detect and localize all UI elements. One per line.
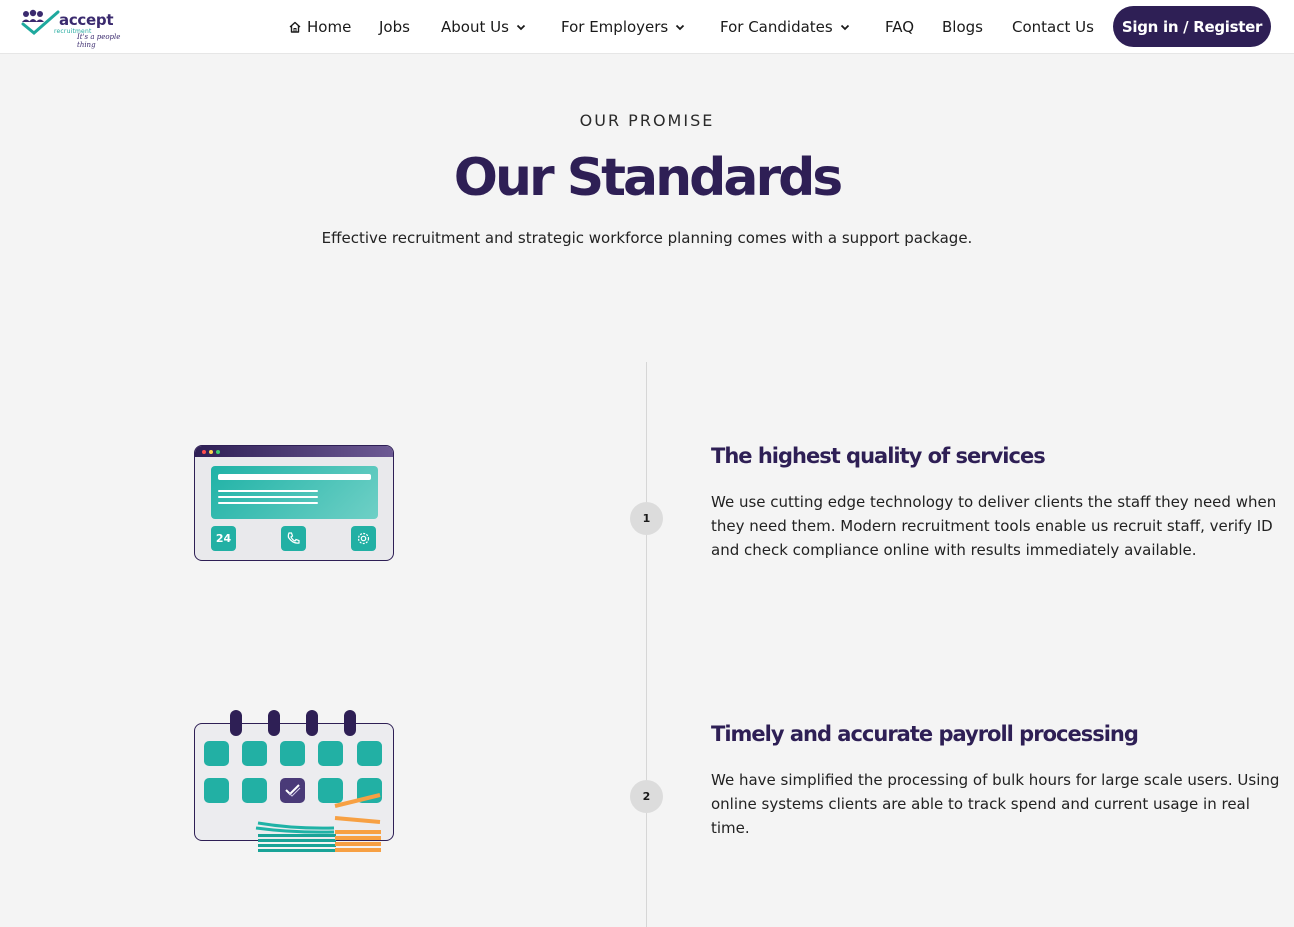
nav-about-us[interactable]: About Us bbox=[441, 17, 526, 37]
timeline-line bbox=[646, 362, 647, 927]
nav-contact-label: Contact Us bbox=[1012, 18, 1094, 36]
chevron-down-icon bbox=[516, 24, 526, 31]
phone-icon bbox=[281, 526, 306, 551]
company-logo[interactable]: accept recruitment It's a people thing bbox=[20, 8, 124, 49]
nav-home[interactable]: Home bbox=[288, 17, 351, 37]
nav-home-label: Home bbox=[307, 18, 352, 36]
logo-tagline: It's a people thing bbox=[77, 33, 121, 49]
home-icon bbox=[289, 21, 301, 33]
card-line bbox=[218, 474, 371, 480]
section-eyebrow: OUR PROMISE bbox=[579, 111, 715, 130]
logo-wordmark: accept bbox=[59, 11, 114, 29]
chevron-down-icon bbox=[676, 24, 685, 31]
nav-about-label: About Us bbox=[441, 18, 509, 36]
nav-blogs[interactable]: Blogs bbox=[942, 17, 983, 37]
feature-title-quality: The highest quality of services bbox=[711, 444, 1046, 468]
money-stack-icon bbox=[255, 793, 381, 852]
feature-title-payroll: Timely and accurate payroll processing bbox=[711, 722, 1139, 746]
nav-for-employers[interactable]: For Employers bbox=[561, 17, 685, 37]
card-line bbox=[218, 496, 318, 498]
online-services-illustration: 24 bbox=[194, 445, 394, 561]
nav-blogs-label: Blogs bbox=[942, 18, 983, 36]
sign-in-register-button[interactable]: Sign in / Register bbox=[1113, 6, 1271, 47]
nav-faq-label: FAQ bbox=[885, 18, 915, 36]
24-hour-tile: 24 bbox=[211, 526, 236, 551]
nav-jobs[interactable]: Jobs bbox=[379, 17, 410, 37]
nav-for-candidates[interactable]: For Candidates bbox=[720, 17, 850, 37]
nav-candidates-label: For Candidates bbox=[720, 18, 833, 36]
gear-icon bbox=[351, 526, 376, 551]
card-line bbox=[218, 490, 318, 492]
info-card bbox=[211, 466, 378, 519]
step-number-2: 2 bbox=[630, 780, 663, 813]
window-dot-icon bbox=[209, 450, 213, 454]
nav-jobs-label: Jobs bbox=[379, 18, 410, 36]
browser-bar bbox=[195, 446, 393, 457]
feature-body-quality: We use cutting edge technology to delive… bbox=[711, 493, 1277, 559]
section-subtitle: Effective recruitment and strategic work… bbox=[321, 229, 973, 247]
nav-contact-us[interactable]: Contact Us bbox=[1012, 17, 1094, 37]
site-header: accept recruitment It's a people thing H… bbox=[0, 0, 1294, 54]
window-dot-icon bbox=[216, 450, 220, 454]
payroll-calendar-illustration bbox=[194, 710, 394, 855]
chevron-down-icon bbox=[840, 24, 849, 31]
nav-faq[interactable]: FAQ bbox=[885, 17, 914, 37]
step-number-1: 1 bbox=[630, 502, 663, 535]
window-dot-icon bbox=[202, 450, 206, 454]
card-line bbox=[218, 502, 318, 504]
feature-body-payroll: We have simplified the processing of bul… bbox=[711, 771, 1280, 837]
page-title: Our Standards bbox=[453, 148, 844, 208]
nav-employers-label: For Employers bbox=[561, 18, 669, 36]
